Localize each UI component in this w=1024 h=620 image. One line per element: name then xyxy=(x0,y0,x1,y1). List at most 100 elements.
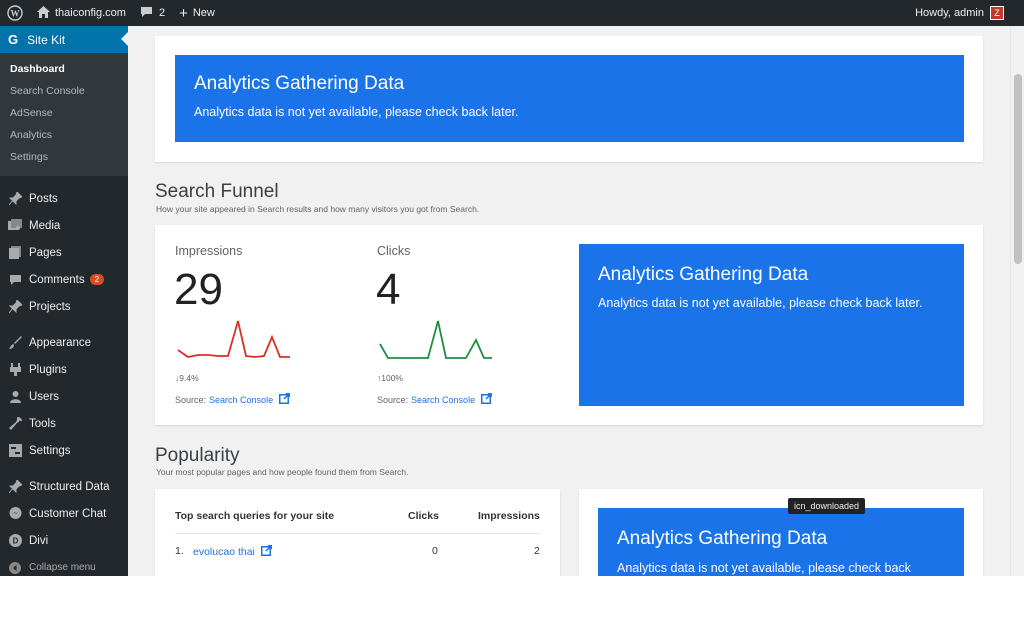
notice-title: Analytics Gathering Data xyxy=(598,264,809,285)
scroll-thumb[interactable] xyxy=(1014,74,1022,264)
submenu-adsense[interactable]: AdSense xyxy=(0,102,128,124)
current-arrow-icon xyxy=(121,32,128,46)
divi-icon: D xyxy=(8,534,22,548)
media-icon xyxy=(8,219,22,233)
submenu-search-console[interactable]: Search Console xyxy=(0,80,128,102)
scrollbar[interactable] xyxy=(1010,26,1024,576)
wrench-icon xyxy=(8,417,22,431)
sidebar-item-label: Media xyxy=(29,219,61,232)
sidebar-item-tools[interactable]: Tools xyxy=(0,410,128,437)
google-g-icon: G xyxy=(8,32,19,47)
collapse-menu-button[interactable]: Collapse menu xyxy=(0,554,128,576)
brush-icon xyxy=(8,336,22,350)
sidebar-item-site-kit[interactable]: G Site Kit xyxy=(0,26,128,53)
site-name-link[interactable]: thaiconfig.com xyxy=(30,0,133,26)
sidebar-item-divi[interactable]: D Divi xyxy=(0,527,128,554)
sidebar-item-plugins[interactable]: Plugins xyxy=(0,356,128,383)
comments-link[interactable]: 2 xyxy=(133,0,172,26)
site-name: thaiconfig.com xyxy=(55,7,126,19)
search-funnel-subtitle: How your site appeared in Search results… xyxy=(156,204,480,214)
search-console-link[interactable]: Search Console xyxy=(411,395,475,405)
notice-message: Analytics data is not yet available, ple… xyxy=(598,296,923,310)
sidebar-item-label: Plugins xyxy=(29,363,67,376)
account-menu[interactable]: Howdy, admin Z xyxy=(908,0,1024,26)
row-index: 1. xyxy=(175,545,184,557)
new-content-link[interactable]: + New xyxy=(172,0,222,26)
sidebar-item-comments[interactable]: Comments 2 xyxy=(0,266,128,293)
popularity-subtitle: Your most popular pages and how people f… xyxy=(156,467,409,477)
comments-icon xyxy=(8,273,22,287)
plugin-icon xyxy=(8,363,22,377)
svg-text:D: D xyxy=(12,537,18,546)
impressions-source: Source: Search Console xyxy=(175,393,291,406)
sidebar-item-posts[interactable]: Posts xyxy=(0,185,128,212)
source-prefix: Source: xyxy=(175,394,207,405)
sidebar-item-label: Structured Data xyxy=(29,480,110,493)
sidebar-item-users[interactable]: Users xyxy=(0,383,128,410)
sidebar-item-label: Pages xyxy=(29,246,62,259)
sidebar-item-label: Site Kit xyxy=(27,32,66,47)
greeting: Howdy, admin xyxy=(915,7,984,19)
query-link-cell[interactable]: evolucao thai xyxy=(193,545,272,559)
svg-text:W: W xyxy=(11,9,20,19)
wordpress-logo-icon[interactable]: W xyxy=(0,0,30,26)
sidebar-item-structured-data[interactable]: Structured Data xyxy=(0,473,128,500)
impressions-sparkline xyxy=(177,320,290,358)
site-kit-submenu: Dashboard Search Console AdSense Analyti… xyxy=(0,53,128,176)
sidebar-item-projects[interactable]: Projects xyxy=(0,293,128,320)
sidebar-item-appearance[interactable]: Appearance xyxy=(0,329,128,356)
submenu-analytics[interactable]: Analytics xyxy=(0,124,128,146)
external-link-icon[interactable] xyxy=(279,393,291,406)
impressions-label: Impressions xyxy=(175,244,243,258)
sidebar-item-customer-chat[interactable]: Customer Chat xyxy=(0,500,128,527)
sidebar-item-label: Tools xyxy=(29,417,56,430)
clicks-label: Clicks xyxy=(377,244,411,258)
collapse-label: Collapse menu xyxy=(29,562,96,573)
sidebar-item-label: Settings xyxy=(29,444,71,457)
analytics-notice-popularity: Analytics Gathering Data Analytics data … xyxy=(598,508,964,576)
sidebar-item-label: Users xyxy=(29,390,60,403)
popularity-title: Popularity xyxy=(155,445,240,466)
sidebar-item-settings[interactable]: Settings xyxy=(0,437,128,464)
settings-icon xyxy=(8,444,22,458)
pin-icon xyxy=(8,480,22,494)
admin-sidebar: G Site Kit Dashboard Search Console AdSe… xyxy=(0,26,128,576)
users-icon xyxy=(8,390,22,404)
clicks-source: Source: Search Console xyxy=(377,393,493,406)
table-header-clicks: Clicks xyxy=(408,510,439,522)
query-link[interactable]: evolucao thai xyxy=(193,546,255,558)
clicks-sparkline xyxy=(379,320,492,359)
clicks-delta: ↑100% xyxy=(377,373,403,383)
submenu-dashboard[interactable]: Dashboard xyxy=(0,58,128,80)
new-label: New xyxy=(192,7,215,19)
sidebar-item-pages[interactable]: Pages xyxy=(0,239,128,266)
submenu-settings[interactable]: Settings xyxy=(0,146,128,168)
source-prefix: Source: xyxy=(377,394,409,405)
pin-icon xyxy=(8,192,22,206)
tooltip: icn_downloaded xyxy=(788,498,866,514)
notice-title: Analytics Gathering Data xyxy=(194,73,405,94)
external-link-icon[interactable] xyxy=(481,393,493,406)
external-link-icon[interactable] xyxy=(260,545,272,559)
comments-badge: 2 xyxy=(89,274,105,285)
pin-icon xyxy=(8,300,22,314)
sidebar-item-label: Projects xyxy=(29,300,71,313)
viewport: W thaiconfig.com 2 + New Howdy, admin Z … xyxy=(0,0,1024,576)
row-impressions: 2 xyxy=(534,545,540,557)
sidebar-item-label: Comments xyxy=(29,273,85,286)
avatar: Z xyxy=(990,6,1004,20)
sidebar-item-label: Customer Chat xyxy=(29,507,107,520)
home-icon xyxy=(37,5,50,21)
admin-bar: W thaiconfig.com 2 + New Howdy, admin Z xyxy=(0,0,1024,26)
search-funnel-title: Search Funnel xyxy=(155,181,279,202)
notice-message: Analytics data is not yet available, ple… xyxy=(617,561,911,575)
sidebar-item-label: Divi xyxy=(29,534,49,547)
notice-message: Analytics data is not yet available, ple… xyxy=(194,105,519,119)
analytics-notice-top: Analytics Gathering Data Analytics data … xyxy=(175,55,964,142)
sidebar-item-media[interactable]: Media xyxy=(0,212,128,239)
search-console-link[interactable]: Search Console xyxy=(209,395,273,405)
comment-icon xyxy=(140,6,153,21)
table-header-impressions: Impressions xyxy=(478,510,540,522)
plus-icon: + xyxy=(179,4,188,22)
chat-icon xyxy=(8,507,22,521)
